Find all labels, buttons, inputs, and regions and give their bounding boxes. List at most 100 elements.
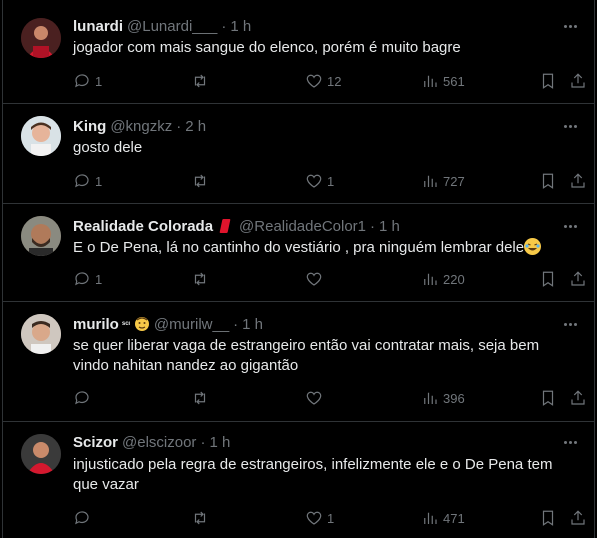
retweet-icon	[194, 174, 206, 188]
tweet-card[interactable]: murilo ˢᶜᶦ @murilw__ · 1 h se quer liber…	[3, 302, 594, 422]
analytics-icon	[424, 273, 437, 285]
bookmark-button[interactable]	[539, 71, 557, 91]
timestamp[interactable]: 1 h	[379, 218, 400, 235]
reply-icon	[75, 272, 89, 286]
like-button[interactable]: 1	[305, 171, 334, 191]
reply-button[interactable]: 1	[73, 269, 102, 289]
heart-icon	[306, 272, 322, 286]
like-button[interactable]: 12	[305, 71, 341, 91]
like-button[interactable]: 1	[305, 508, 334, 528]
heart-icon	[306, 511, 322, 525]
views-button[interactable]: 561	[421, 71, 465, 91]
share-button[interactable]	[569, 171, 587, 191]
avatar[interactable]	[21, 18, 61, 58]
separator-dot: ·	[221, 17, 227, 35]
like-button[interactable]	[305, 269, 327, 289]
reply-button[interactable]	[73, 388, 95, 408]
timestamp[interactable]: 1 h	[230, 18, 251, 35]
user-handle[interactable]: @kngzkz	[110, 118, 172, 135]
tweet-actions: 396	[73, 388, 588, 408]
name-suffix: ˢᶜᶦ	[121, 319, 130, 329]
avatar[interactable]	[21, 116, 61, 156]
tweet-card[interactable]: Realidade Colorada @RealidadeColor1 · 1 …	[3, 204, 594, 302]
tweet-text: injusticado pela regra de estrangeiros, …	[73, 456, 553, 493]
reply-icon	[75, 511, 89, 525]
heart-icon	[306, 391, 322, 405]
user-handle[interactable]: @Lunardi___	[127, 18, 217, 35]
separator-dot: ·	[370, 217, 376, 235]
more-options-icon[interactable]	[560, 116, 580, 136]
reply-count: 1	[95, 173, 103, 189]
retweet-icon	[194, 74, 206, 88]
share-button[interactable]	[569, 508, 587, 528]
retweet-button[interactable]	[191, 508, 213, 528]
separator-dot: ·	[176, 117, 182, 135]
retweet-button[interactable]	[191, 388, 213, 408]
user-handle[interactable]: @RealidadeColor1	[239, 218, 366, 235]
retweet-button[interactable]	[191, 269, 213, 289]
more-options-icon[interactable]	[560, 216, 580, 236]
affiliate-badge-icon	[219, 219, 231, 233]
tweet-header: Scizor @elscizoor · 1 h	[73, 432, 230, 452]
separator-dot: ·	[200, 433, 206, 451]
view-count: 396	[443, 390, 465, 406]
like-count: 1	[327, 173, 335, 189]
analytics-icon	[424, 512, 437, 524]
avatar[interactable]	[21, 216, 61, 256]
display-name[interactable]: murilo	[73, 316, 119, 333]
bookmark-button[interactable]	[539, 508, 557, 528]
share-icon	[571, 510, 585, 525]
tweet-card[interactable]: lunardi @Lunardi___ · 1 h jogador com ma…	[3, 0, 594, 104]
avatar[interactable]	[21, 314, 61, 354]
analytics-icon	[424, 392, 437, 404]
display-name[interactable]: lunardi	[73, 18, 123, 35]
avatar[interactable]	[21, 434, 61, 474]
display-name[interactable]: King	[73, 118, 106, 135]
tweet-card[interactable]: King @kngzkz · 2 h gosto dele 1 1 727	[3, 104, 594, 204]
reply-icon	[75, 74, 89, 88]
tweet-card[interactable]: Scizor @elscizoor · 1 h injusticado pela…	[3, 422, 594, 538]
reply-icon	[75, 174, 89, 188]
share-button[interactable]	[569, 71, 587, 91]
views-button[interactable]: 396	[421, 388, 465, 408]
bookmark-icon	[542, 510, 554, 526]
retweet-button[interactable]	[191, 71, 213, 91]
views-button[interactable]: 727	[421, 171, 465, 191]
bookmark-button[interactable]	[539, 388, 557, 408]
bookmark-button[interactable]	[539, 269, 557, 289]
views-button[interactable]: 220	[421, 269, 465, 289]
share-icon	[571, 173, 585, 188]
like-button[interactable]	[305, 388, 327, 408]
more-options-icon[interactable]	[560, 314, 580, 334]
reply-button[interactable]: 1	[73, 171, 102, 191]
more-options-icon[interactable]	[560, 16, 580, 36]
user-handle[interactable]: @elscizoor	[122, 434, 196, 451]
reply-button[interactable]	[73, 508, 95, 528]
retweet-icon	[194, 511, 206, 525]
reply-button[interactable]: 1	[73, 71, 102, 91]
reply-count: 1	[95, 73, 103, 89]
display-name[interactable]: Scizor	[73, 434, 118, 451]
display-name[interactable]: Realidade Colorada	[73, 218, 213, 235]
user-handle[interactable]: @murilw__	[154, 316, 229, 333]
reply-count: 1	[95, 271, 103, 287]
views-button[interactable]: 471	[421, 508, 465, 528]
view-count: 471	[443, 510, 465, 526]
timestamp[interactable]: 1 h	[242, 316, 263, 333]
share-button[interactable]	[569, 269, 587, 289]
share-icon	[571, 390, 585, 405]
heart-icon	[306, 174, 322, 188]
like-count: 12	[327, 73, 342, 89]
share-icon	[571, 73, 585, 88]
bookmark-icon	[542, 390, 554, 406]
timestamp[interactable]: 2 h	[185, 118, 206, 135]
analytics-icon	[424, 75, 437, 87]
share-button[interactable]	[569, 388, 587, 408]
more-options-icon[interactable]	[560, 432, 580, 452]
bookmark-button[interactable]	[539, 171, 557, 191]
timestamp[interactable]: 1 h	[209, 434, 230, 451]
retweet-button[interactable]	[191, 171, 213, 191]
separator-dot: ·	[233, 315, 239, 333]
view-count: 220	[443, 271, 465, 287]
tweet-text: E o De Pena, lá no cantinho do vestiário…	[73, 238, 573, 258]
